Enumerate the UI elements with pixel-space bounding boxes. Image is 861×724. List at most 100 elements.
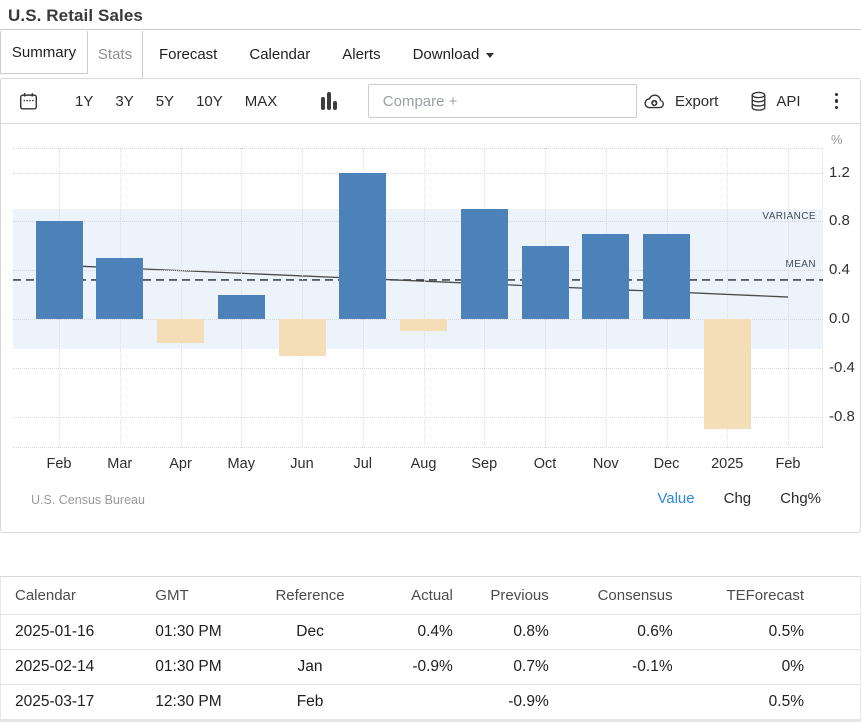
tab-download[interactable]: Download <box>397 31 511 78</box>
cell-previous: 0.7% <box>460 650 556 685</box>
x-label-8-oct: Oct <box>510 456 580 472</box>
table-row-2: 2025-03-1712:30 PMFeb-0.9%0.5% <box>1 685 861 720</box>
mode-link-value[interactable]: Value <box>657 490 694 507</box>
range-max[interactable]: MAX <box>245 93 278 110</box>
cell-teforecast: 0% <box>680 650 861 685</box>
plot-area: VARIANCE MEAN <box>13 148 823 448</box>
cell-actual: -0.9% <box>365 650 460 685</box>
x-label-3-may: May <box>206 456 276 472</box>
h-gridline <box>13 173 823 174</box>
y-tick-1.2: 1.2 <box>829 164 861 181</box>
table-row-0: 2025-01-1601:30 PMDec0.4%0.8%0.6%0.5% <box>1 615 861 650</box>
x-label-9-nov: Nov <box>571 456 641 472</box>
y-tick--0.8: -0.8 <box>829 408 861 425</box>
cell-consensus: -0.1% <box>556 650 680 685</box>
bar-3-may[interactable] <box>218 295 265 319</box>
cell-actual: 0.4% <box>365 615 460 650</box>
bar-chart-icon[interactable] <box>321 92 337 110</box>
v-gridline <box>302 148 303 448</box>
tab-label: Download <box>413 46 480 63</box>
column-header-teforecast: TEForecast <box>680 577 861 615</box>
mode-link-chgpct[interactable]: Chg% <box>780 490 821 507</box>
tab-stats[interactable]: Stats <box>88 31 143 78</box>
h-gridline <box>13 148 823 149</box>
v-gridline <box>181 148 182 448</box>
calendar-table: CalendarGMTReferenceActualPreviousConsen… <box>0 576 861 720</box>
x-label-12-feb: Feb <box>753 456 823 472</box>
bar-5-jul[interactable] <box>339 173 386 319</box>
cell-gmt: 12:30 PM <box>140 685 255 720</box>
cell-actual <box>365 685 460 720</box>
column-header-consensus: Consensus <box>556 577 680 615</box>
kebab-menu-icon[interactable] <box>831 89 843 114</box>
series-mode-links: Value Chg Chg% <box>657 490 821 507</box>
column-header-previous: Previous <box>460 577 556 615</box>
cell-calendar: 2025-01-16 <box>1 615 141 650</box>
range-5y[interactable]: 5Y <box>156 93 174 110</box>
tab-label: Stats <box>98 46 132 63</box>
bar-0-feb[interactable] <box>36 221 83 319</box>
bar-8-oct[interactable] <box>522 246 569 319</box>
page-title: U.S. Retail Sales <box>0 0 861 26</box>
range-10y[interactable]: 10Y <box>196 93 223 110</box>
y-axis-unit: % <box>831 132 843 147</box>
api-button[interactable]: API <box>749 91 800 112</box>
api-label: API <box>776 93 800 110</box>
date-range-buttons: 1Y 3Y 5Y 10Y MAX <box>75 93 277 110</box>
cell-gmt: 01:30 PM <box>140 650 255 685</box>
range-3y[interactable]: 3Y <box>115 93 133 110</box>
api-database-icon <box>749 91 768 112</box>
y-tick--0.4: -0.4 <box>829 359 861 376</box>
range-1y[interactable]: 1Y <box>75 93 93 110</box>
tab-forecast[interactable]: Forecast <box>143 31 233 78</box>
column-header-actual: Actual <box>365 577 460 615</box>
cell-consensus <box>556 685 680 720</box>
export-button[interactable]: Export <box>642 91 718 111</box>
bar-2-apr[interactable] <box>157 319 204 343</box>
tab-label: Summary <box>12 44 76 61</box>
cell-calendar: 2025-03-17 <box>1 685 141 720</box>
cell-previous: 0.8% <box>460 615 556 650</box>
y-tick-0.0: 0.0 <box>829 310 861 327</box>
chart-card: 1Y 3Y 5Y 10Y MAX Export <box>0 78 861 533</box>
export-label: Export <box>675 93 718 110</box>
calendar-button[interactable] <box>19 92 38 111</box>
y-tick-0.8: 0.8 <box>829 212 861 229</box>
bar-7-sep[interactable] <box>461 209 508 319</box>
cell-calendar: 2025-02-14 <box>1 650 141 685</box>
mode-link-chg[interactable]: Chg <box>724 490 752 507</box>
column-header-gmt: GMT <box>140 577 255 615</box>
bar-4-jun[interactable] <box>279 319 326 356</box>
tab-label: Calendar <box>249 46 310 63</box>
cell-consensus: 0.6% <box>556 615 680 650</box>
column-header-calendar: Calendar <box>1 577 141 615</box>
bar-6-aug[interactable] <box>400 319 447 331</box>
chart-toolbar: 1Y 3Y 5Y 10Y MAX Export <box>1 79 860 124</box>
retail-sales-page: U.S. Retail Sales Summary Stats Forecast Ca… <box>0 0 861 724</box>
export-cloud-icon <box>642 91 667 111</box>
calendar-table-section: CalendarGMTReferenceActualPreviousConsen… <box>0 576 861 720</box>
h-gridline <box>13 447 823 448</box>
title-bar: U.S. Retail Sales <box>0 0 861 30</box>
bottom-divider <box>0 719 861 722</box>
tab-calendar[interactable]: Calendar <box>233 31 326 78</box>
column-header-reference: Reference <box>255 577 365 615</box>
x-label-2-apr: Apr <box>146 456 216 472</box>
source-attribution: U.S. Census Bureau <box>31 493 145 507</box>
x-label-5-jul: Jul <box>328 456 398 472</box>
bar-9-nov[interactable] <box>582 234 629 319</box>
cell-gmt: 01:30 PM <box>140 615 255 650</box>
cell-reference: Dec <box>255 615 365 650</box>
tab-alerts[interactable]: Alerts <box>326 31 396 78</box>
tab-summary[interactable]: Summary <box>0 31 88 74</box>
x-label-7-sep: Sep <box>449 456 519 472</box>
compare-input[interactable] <box>368 84 637 118</box>
bar-10-dec[interactable] <box>643 234 690 319</box>
h-gridline <box>13 368 823 369</box>
cell-previous: -0.9% <box>460 685 556 720</box>
bar-11-2025[interactable] <box>704 319 751 429</box>
tabs-bar: Summary Stats Forecast Calendar Alerts Downlo… <box>0 31 861 78</box>
x-label-4-jun: Jun <box>267 456 337 472</box>
bar-1-mar[interactable] <box>96 258 143 319</box>
table-row-1: 2025-02-1401:30 PMJan-0.9%0.7%-0.1%0% <box>1 650 861 685</box>
